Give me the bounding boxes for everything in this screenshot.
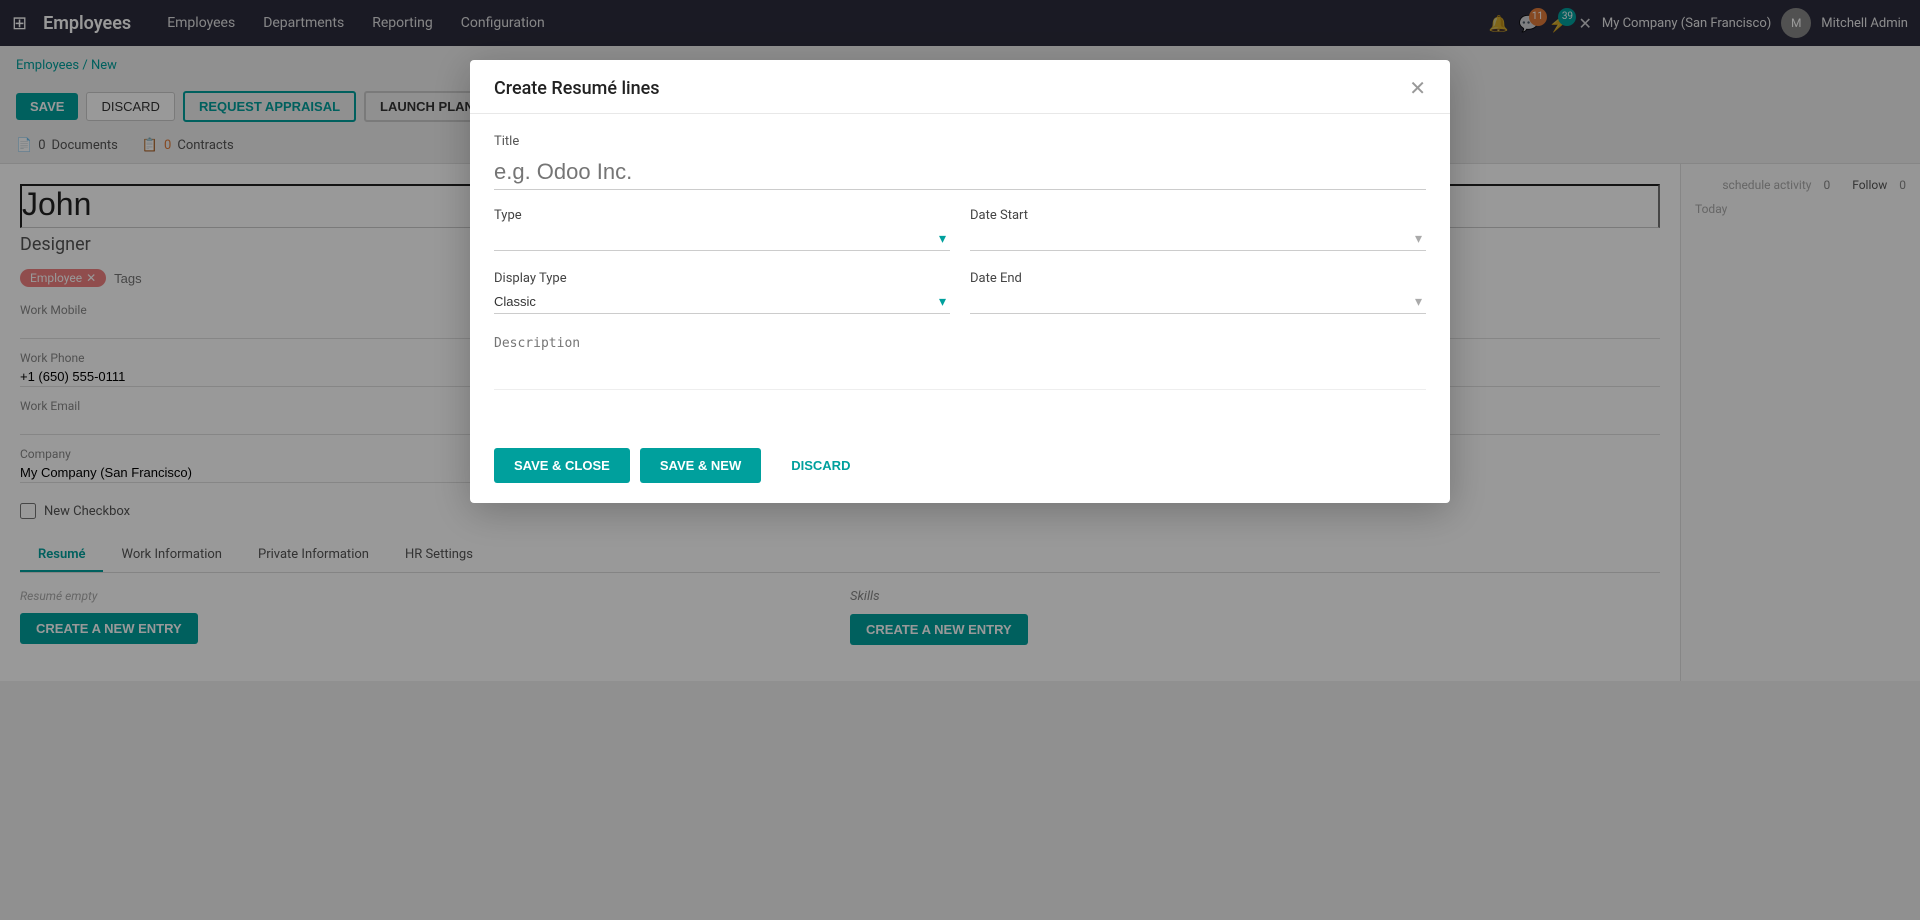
modal-save-new-button[interactable]: SAVE & NEW <box>640 448 761 483</box>
modal-display-type-field: Display Type Classic Course Certificatio… <box>494 271 950 314</box>
modal-type-date-grid: Type Education Experience Internal Certi… <box>494 208 1426 314</box>
modal-title: Create Resumé lines <box>494 78 660 99</box>
modal-date-end-wrapper <box>970 290 1426 314</box>
modal-date-end-field: Date End <box>970 271 1426 314</box>
modal-footer: SAVE & CLOSE SAVE & NEW DISCARD <box>470 432 1450 503</box>
modal-description-field-row <box>494 330 1426 394</box>
modal-title-field-row: Title <box>494 134 1426 190</box>
modal-header: Create Resumé lines ✕ <box>470 60 1450 114</box>
modal-date-end-input[interactable] <box>970 290 1426 314</box>
modal-title-input[interactable] <box>494 155 1426 190</box>
modal-type-label: Type <box>494 208 950 223</box>
modal-save-close-button[interactable]: SAVE & CLOSE <box>494 448 630 483</box>
modal-title-label: Title <box>494 134 1426 149</box>
modal-description-input[interactable] <box>494 330 1426 390</box>
modal-overlay[interactable]: Create Resumé lines ✕ Title Type Educati… <box>0 0 1920 920</box>
modal-date-start-input[interactable] <box>970 227 1426 251</box>
modal-discard-button[interactable]: DISCARD <box>771 448 870 483</box>
modal-close-button[interactable]: ✕ <box>1409 79 1426 99</box>
modal-date-start-wrapper <box>970 227 1426 251</box>
modal-date-start-label: Date Start <box>970 208 1426 223</box>
modal-date-end-label: Date End <box>970 271 1426 286</box>
modal-type-field: Type Education Experience Internal Certi… <box>494 208 950 251</box>
modal-type-select-wrapper: Education Experience Internal Certificat… <box>494 227 950 251</box>
modal-display-type-select[interactable]: Classic Course Certification <box>494 290 950 314</box>
create-resume-modal: Create Resumé lines ✕ Title Type Educati… <box>470 60 1450 503</box>
modal-display-type-label: Display Type <box>494 271 950 286</box>
modal-body: Title Type Education Experience Internal… <box>470 114 1450 432</box>
modal-display-type-select-wrapper: Classic Course Certification <box>494 290 950 314</box>
modal-date-start-field: Date Start <box>970 208 1426 251</box>
modal-type-select[interactable]: Education Experience Internal Certificat… <box>494 227 950 251</box>
